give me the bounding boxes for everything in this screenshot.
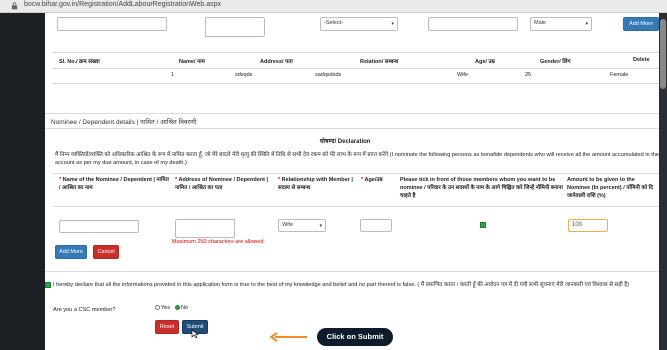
chevron-down-icon: ▾ xyxy=(391,21,394,27)
nominee-table-top-border xyxy=(53,173,659,174)
col-name: Name/ नाम xyxy=(179,59,205,65)
relation-select-value: -Select- xyxy=(324,20,343,26)
yes-label: Yes xyxy=(161,305,170,311)
col-sl-no: Sl. No./ क्रम संख्या xyxy=(59,59,100,65)
chevron-down-icon: ▾ xyxy=(585,21,588,27)
nominee-add-more-button[interactable]: Add More xyxy=(55,245,87,259)
nominee-tick-checkbox[interactable] xyxy=(480,222,486,228)
col-delete: Delete xyxy=(633,57,650,63)
left-dark-margin xyxy=(0,13,45,350)
nominee-address-textarea[interactable] xyxy=(175,219,235,238)
section-divider xyxy=(45,113,659,114)
nominee-name-input[interactable] xyxy=(59,220,139,233)
required-marker: * xyxy=(59,177,63,183)
add-member-button[interactable]: Add More xyxy=(623,17,659,31)
chevron-down-icon: ▾ xyxy=(319,223,322,229)
col-nominee-age: * Age/उम्र xyxy=(361,177,383,183)
nominee-section-title: Nominee / Dependent details | नामित / आश… xyxy=(51,119,197,126)
relation-select[interactable]: -Select- ▾ xyxy=(320,17,398,31)
table-bottom-border xyxy=(53,83,659,84)
scrollbar-thumb[interactable] xyxy=(660,19,666,89)
col-nominee-amount: Amount to be given to the Nominee (In pe… xyxy=(567,177,654,199)
table-header-border xyxy=(53,68,659,69)
declaration-text: मैं निम्न व्यक्तियों/व्यक्ति को अधिकारिक… xyxy=(55,152,660,166)
registration-page: -Select- ▾ Male ▾ Add More Sl. No./ क्रम… xyxy=(45,13,667,350)
required-marker: * xyxy=(361,177,365,183)
row-gender: Female xyxy=(610,72,629,78)
nominee-cancel-button[interactable]: Cancel xyxy=(93,245,119,259)
declaration-title: घोषणा/ Declaration xyxy=(320,139,371,145)
col-nominee-address: * Address of Nominee / Dependent | नामित… xyxy=(175,177,269,191)
section-divider xyxy=(45,128,659,129)
col-relation: Relation/ सम्बन्ध xyxy=(360,59,399,65)
csc-yes-radio[interactable]: Yes xyxy=(155,305,170,311)
nominee-table-header-border xyxy=(53,206,659,207)
reset-button[interactable]: Reset xyxy=(155,320,179,334)
gender-select-value: Male xyxy=(534,20,546,26)
row-sl-no: 1 xyxy=(171,72,175,78)
form-frame: -Select- ▾ Male ▾ Add More Sl. No./ क्रम… xyxy=(45,13,659,350)
row-name: sdsqds xyxy=(235,72,253,78)
nominee-amount-input[interactable]: 100 xyxy=(568,219,608,232)
col-gender: Gender/ लिंग xyxy=(540,59,571,65)
col-age: Age/ उम्र xyxy=(475,59,495,65)
member-name-input[interactable] xyxy=(57,17,167,31)
no-label: No xyxy=(181,305,189,311)
mouse-pointer-icon xyxy=(191,329,199,339)
section-divider xyxy=(45,271,659,272)
required-marker: * xyxy=(175,177,179,183)
row-relation: Wife xyxy=(457,72,468,78)
url-text[interactable]: bocw.bihar.gov.in/Registration/AddLabour… xyxy=(24,1,221,8)
site-info-icon[interactable] xyxy=(11,2,18,10)
member-age-input[interactable] xyxy=(428,17,518,31)
row-age: 25 xyxy=(525,72,532,78)
gender-select[interactable]: Male ▾ xyxy=(530,17,592,31)
nominee-relation-value: Wife xyxy=(282,222,293,228)
nominee-age-input[interactable] xyxy=(360,219,392,232)
required-marker: * xyxy=(278,177,282,183)
col-address: Address/ पता xyxy=(260,59,293,65)
arrow-left-icon xyxy=(270,332,307,342)
agree-checkbox[interactable] xyxy=(45,282,51,288)
radio-circle-icon xyxy=(175,305,180,311)
radio-circle-icon xyxy=(155,305,160,311)
browser-address-bar[interactable]: bocw.bihar.gov.in/Registration/AddLabour… xyxy=(0,0,667,13)
col-nominee-tick: Please tick in front of those members wh… xyxy=(400,177,563,199)
col-nominee-relation: * Relationship with Member | सदस्य से सम… xyxy=(278,177,353,191)
table-top-border xyxy=(53,52,659,53)
csc-no-radio[interactable]: No xyxy=(175,305,188,311)
member-address-textarea[interactable] xyxy=(205,17,265,37)
csc-question: Are you a CSC member? xyxy=(53,307,116,313)
tutorial-callout: Click on Submit xyxy=(317,328,393,346)
row-address: sadqsdsds xyxy=(315,72,342,78)
nominee-relation-select[interactable]: Wife ▾ xyxy=(278,219,326,232)
col-nominee-name: * Name of the Nominee / Dependent | नामि… xyxy=(59,177,169,191)
address-length-warning: Maximum 250 characters are allowed. xyxy=(172,239,265,245)
agreement-text: I hereby declare that all the informatio… xyxy=(53,282,630,288)
